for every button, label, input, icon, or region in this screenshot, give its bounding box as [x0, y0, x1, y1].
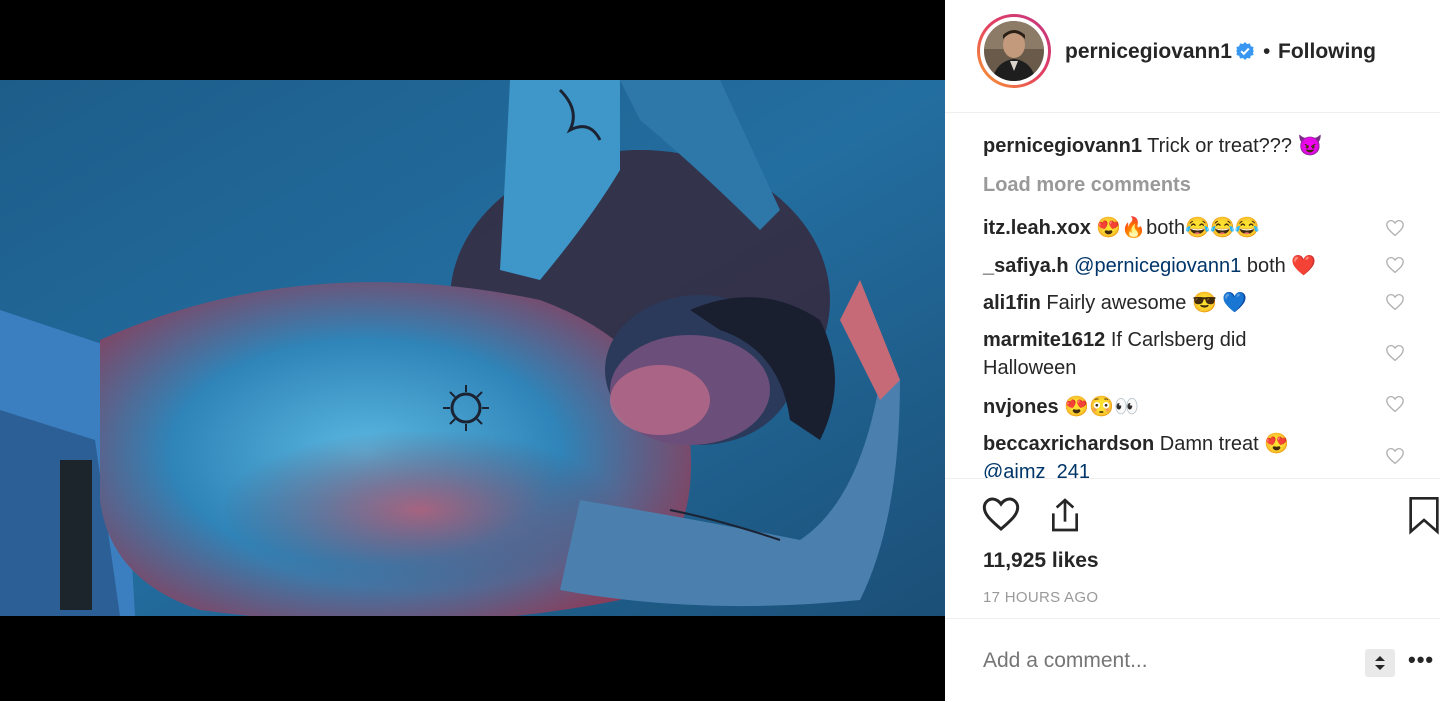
comment-item-clipped: beccaxrichardson Damn treat 😍 @aimz_241 [983, 430, 1403, 478]
comment-mention[interactable]: @pernicegiovann1 [1074, 255, 1241, 277]
comment-username[interactable]: itz.leah.xox [983, 217, 1091, 239]
caption-text: Trick or treat??? 😈 [1147, 135, 1323, 157]
post-timestamp[interactable]: 17 HOURS AGO [983, 589, 1098, 606]
share-icon[interactable] [1045, 495, 1085, 535]
comment-text: Damn treat 😍 [1159, 433, 1290, 455]
post-actions: 11,925 likes 17 HOURS AGO [945, 478, 1440, 619]
comment-text: both ❤️ [1241, 255, 1317, 277]
following-button[interactable]: Following [1278, 40, 1376, 64]
caption-username[interactable]: pernicegiovann1 [983, 135, 1142, 157]
verified-icon [1236, 42, 1254, 60]
header-separator: • [1263, 40, 1271, 63]
add-comment-bar: ••• [945, 618, 1440, 702]
stepper-icon[interactable] [1365, 649, 1395, 677]
avatar[interactable] [977, 14, 1051, 88]
comment-heart-icon[interactable] [1385, 219, 1405, 237]
comment-heart-icon[interactable] [1385, 395, 1405, 413]
post-sidebar: pernicegiovann1 • Following pernicegiova… [945, 0, 1440, 701]
comment-username[interactable]: ali1fin [983, 292, 1041, 314]
comment-heart-icon[interactable] [1385, 344, 1405, 362]
post-media [0, 0, 945, 701]
heart-icon[interactable] [981, 495, 1021, 533]
caption: pernicegiovann1 Trick or treat??? 😈 [983, 132, 1383, 160]
comment-item: nvjones 😍😳👀 [983, 393, 1383, 421]
comment-text: 😍🔥both😂😂😂 [1096, 217, 1260, 239]
comment-username[interactable]: nvjones [983, 396, 1059, 418]
comment-item: ali1fin Fairly awesome 😎 💙 [983, 289, 1383, 317]
comment-item: marmite1612 If Carlsberg did Halloween [983, 326, 1323, 382]
header-username[interactable]: pernicegiovann1 [1065, 40, 1232, 64]
comment-heart-icon[interactable] [1385, 447, 1405, 465]
comment-username[interactable]: _safiya.h [983, 255, 1069, 277]
likes-count[interactable]: 11,925 likes [983, 549, 1099, 573]
comment-username[interactable]: beccaxrichardson [983, 433, 1154, 455]
post-header: pernicegiovann1 • Following [945, 0, 1440, 113]
comment-username[interactable]: marmite1612 [983, 329, 1105, 351]
comment-item: _safiya.h @pernicegiovann1 both ❤️ [983, 252, 1383, 280]
add-comment-input[interactable] [983, 649, 1343, 673]
load-more-comments-button[interactable]: Load more comments [983, 174, 1191, 197]
comment-item: itz.leah.xox 😍🔥both😂😂😂 [983, 214, 1383, 242]
post-photo[interactable] [0, 80, 945, 616]
comment-mention[interactable]: @aimz_241 [983, 461, 1090, 478]
comment-text: 😍😳👀 [1064, 396, 1139, 418]
comment-heart-icon[interactable] [1385, 293, 1405, 311]
avatar-image [984, 21, 1044, 81]
more-icon[interactable]: ••• [1408, 647, 1434, 673]
comment-text: Fairly awesome 😎 💙 [1046, 292, 1248, 314]
bookmark-icon[interactable] [1407, 495, 1440, 535]
comment-heart-icon[interactable] [1385, 256, 1405, 274]
